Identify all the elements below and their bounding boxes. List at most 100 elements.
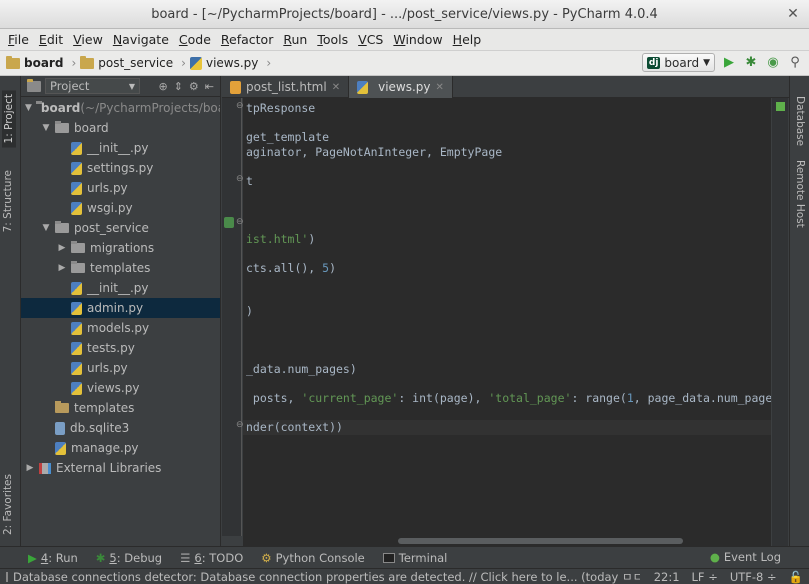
code-token: : range(	[571, 391, 627, 405]
menu-item-code[interactable]: Code	[174, 29, 216, 51]
terminal-icon	[382, 552, 395, 563]
breadcrumb-file[interactable]: views.py ›	[189, 56, 271, 70]
expanded-arrow-icon[interactable]: ▼	[41, 223, 51, 233]
caret-position[interactable]: 22:1	[654, 569, 680, 584]
menu-item-help[interactable]: Help	[448, 29, 487, 51]
menu-item-navigate[interactable]: Navigate	[108, 29, 174, 51]
tree-item-path: (~/PycharmProjects/boar	[80, 101, 220, 115]
chevron-right-icon: ›	[71, 56, 77, 70]
tool-window-run[interactable]: ▶ 4: Run	[28, 551, 78, 565]
tree-item[interactable]: ▶ External Libraries	[21, 458, 220, 478]
tree-item-label: board	[40, 101, 81, 115]
code-token: )	[308, 231, 316, 246]
code-editor[interactable]: tpResponse get_template aginator, PageNotA…	[243, 98, 771, 536]
tree-item[interactable]: urls.py	[21, 178, 220, 198]
run-configuration-select[interactable]: dj board ▼	[641, 53, 715, 72]
tab-favorites[interactable]: 2: Favorites	[2, 474, 14, 535]
fold-marker-icon[interactable]: ⊖	[236, 174, 244, 184]
debug-icon[interactable]: ✱	[743, 55, 759, 71]
collapsed-arrow-icon[interactable]: ▶	[57, 243, 67, 253]
tree-item[interactable]: ▼ board (~/PycharmProjects/boar	[21, 98, 220, 118]
tree-item-label: templates	[74, 401, 135, 415]
tab-database[interactable]: Database	[794, 96, 806, 146]
tool-window-terminal[interactable]: Terminal	[382, 551, 447, 565]
code-token: cts.all(),	[246, 260, 323, 275]
tool-window-todo[interactable]: ☰ 6: TODO	[180, 551, 243, 565]
collapsed-arrow-icon[interactable]: ▶	[57, 263, 67, 273]
tab-remote-host[interactable]: Remote Host	[794, 160, 806, 228]
tool-window-label: 4: Run	[40, 550, 78, 565]
template-marker-icon[interactable]	[224, 217, 234, 228]
tree-item-label: settings.py	[87, 161, 154, 175]
fold-marker-icon[interactable]: ⊖	[236, 420, 244, 430]
breadcrumb-package[interactable]: post_service ›	[80, 55, 186, 70]
scroll-from-source-icon[interactable]: ⊕	[158, 80, 167, 93]
tree-item[interactable]: tests.py	[21, 338, 220, 358]
close-icon[interactable]: ✕	[785, 6, 801, 22]
breadcrumb-project[interactable]: board ›	[6, 55, 77, 70]
tree-item-label: tests.py	[87, 341, 135, 355]
tab-structure[interactable]: 7: Structure	[2, 170, 14, 232]
run-icon[interactable]: ▶	[721, 55, 737, 71]
tree-item[interactable]: ▼ board	[21, 118, 220, 138]
database-file-icon	[55, 421, 65, 435]
project-view-select[interactable]: Project ▼	[45, 78, 140, 94]
tree-item[interactable]: ▶ migrations	[21, 238, 220, 258]
tool-window-debug[interactable]: ✱ 5: Debug	[96, 551, 162, 565]
expanded-arrow-icon[interactable]: ▼	[41, 123, 51, 133]
tree-item[interactable]: urls.py	[21, 358, 220, 378]
tree-item[interactable]: ▼ post_service	[21, 218, 220, 238]
line-separator-select[interactable]: LF ÷	[692, 569, 718, 584]
menu-item-view[interactable]: View	[68, 29, 108, 51]
tree-item[interactable]: settings.py	[21, 158, 220, 178]
menu-item-run[interactable]: Run	[278, 29, 312, 51]
fold-marker-icon[interactable]: ⊖	[236, 217, 244, 227]
tree-item[interactable]: __init__.py	[21, 278, 220, 298]
search-everywhere-icon[interactable]: ⚲	[787, 55, 803, 71]
menu-item-window[interactable]: Window	[388, 29, 447, 51]
editor-tab[interactable]: views.py ✕	[349, 76, 453, 98]
close-tab-icon[interactable]: ✕	[332, 82, 340, 93]
tree-item[interactable]: db.sqlite3	[21, 418, 220, 438]
run-configuration-label: board	[664, 55, 700, 70]
tree-item[interactable]: views.py	[21, 378, 220, 398]
coverage-icon[interactable]: ◉	[765, 55, 781, 71]
menu-item-tools[interactable]: Tools	[312, 29, 353, 51]
close-tab-icon[interactable]: ✕	[436, 82, 444, 93]
run-icon: ▶	[28, 550, 37, 565]
horizontal-scrollbar[interactable]	[243, 536, 771, 546]
tab-project[interactable]: 1: Project	[2, 90, 16, 148]
menu-item-edit[interactable]: Edit	[34, 29, 68, 51]
menu-item-file[interactable]: File	[3, 29, 34, 51]
status-message[interactable]: Database connections detector: Database …	[0, 569, 640, 584]
event-log-icon: ●	[709, 550, 720, 564]
tree-item[interactable]: admin.py	[21, 298, 220, 318]
tree-item[interactable]: __init__.py	[21, 138, 220, 158]
tree-item-label: urls.py	[87, 361, 128, 375]
editor-tab[interactable]: post_list.html ✕	[222, 76, 350, 98]
collapse-all-icon[interactable]: ⇕	[174, 80, 183, 93]
menu-item-vcs[interactable]: VCS	[353, 29, 388, 51]
tree-item[interactable]: wsgi.py	[21, 198, 220, 218]
tree-item[interactable]: manage.py	[21, 438, 220, 458]
error-stripe	[772, 98, 788, 546]
fold-marker-icon[interactable]: ⊖	[236, 101, 244, 111]
panel-toggle-icon[interactable]	[6, 571, 8, 582]
breadcrumb-label: board	[24, 56, 64, 70]
hide-panel-icon[interactable]: ⇤	[205, 80, 214, 93]
tool-window-console[interactable]: ⚙ Python Console	[261, 551, 364, 565]
tree-item[interactable]: templates	[21, 398, 220, 418]
project-panel: Project ▼ ⊕ ⇕ ⚙ ⇤ ▼ board (~/PycharmProje…	[21, 76, 221, 546]
scrollbar-thumb[interactable]	[398, 538, 683, 544]
gear-icon[interactable]: ⚙	[189, 80, 199, 93]
event-log-button[interactable]: ● Event Log	[710, 550, 781, 564]
encoding-select[interactable]: UTF-8 ÷	[730, 569, 777, 584]
tree-item[interactable]: models.py	[21, 318, 220, 338]
tree-item-label: db.sqlite3	[70, 421, 130, 435]
collapsed-arrow-icon[interactable]: ▶	[25, 463, 35, 473]
lock-icon[interactable]: 🔓	[789, 569, 803, 584]
tree-item-label: wsgi.py	[87, 201, 133, 215]
tree-item[interactable]: ▶ templates	[21, 258, 220, 278]
menu-item-refactor[interactable]: Refactor	[216, 29, 278, 51]
expanded-arrow-icon[interactable]: ▼	[25, 103, 32, 113]
